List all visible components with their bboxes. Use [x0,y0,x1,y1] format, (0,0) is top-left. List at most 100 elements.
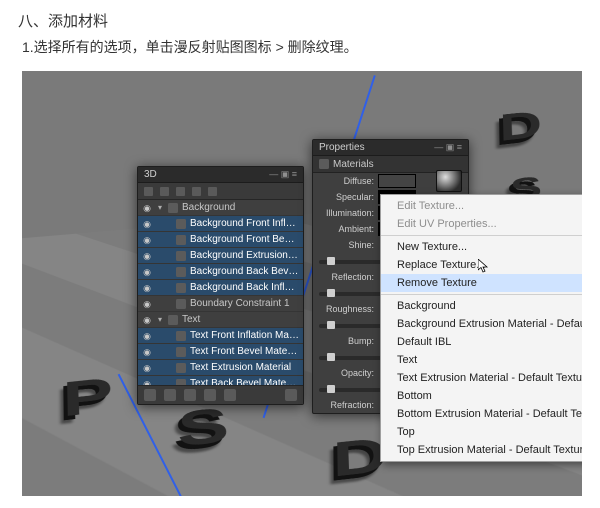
menu-item[interactable]: Text Extrusion Material - Default Textur… [381,369,582,387]
panel-properties-title: Properties [319,142,365,153]
panel-3d-titlebar[interactable]: 3D — ▣ ≡ [138,167,303,183]
prop-bump-label: Bump: [319,336,374,346]
menu-item[interactable]: Bottom [381,387,582,405]
visibility-eye-icon[interactable]: ◉ [142,347,152,357]
prop-shine-label: Shine: [319,240,374,250]
visibility-eye-icon[interactable]: ◉ [142,363,152,373]
tree-item[interactable]: ◉ Background Back Inflation ... [138,280,303,296]
visibility-eye-icon[interactable]: ◉ [142,299,152,309]
extruded-letter: S [177,397,232,459]
panel-3d-toolbar[interactable] [138,183,303,200]
material-icon [176,267,186,277]
toolbar-filter-icon[interactable] [144,187,153,196]
mesh-icon [168,315,178,325]
tree-item-label: Background Front Bevel Mat... [190,234,299,245]
material-icon [176,299,186,309]
menu-item[interactable]: Top Extrusion Material - Default Texture [381,441,582,459]
diffuse-swatch[interactable] [378,174,416,188]
material-icon [176,283,186,293]
panel-3d[interactable]: 3D — ▣ ≡ ◉ ▾ Background ◉Background Front I… [137,166,304,405]
menu-item[interactable]: Background [381,297,582,315]
visibility-eye-icon[interactable]: ◉ [142,203,152,213]
menu-item[interactable]: Background Extrusion Material - Default … [381,315,582,333]
footer-icon[interactable] [144,389,156,401]
material-icon [176,379,186,386]
prop-reflection-label: Reflection: [319,272,374,282]
section-heading: 八、添加材料 [18,10,582,31]
tree-item[interactable]: ◉ Text Front Bevel Material [138,344,303,360]
tree-item[interactable]: ◉ Background Back Bevel Mat... [138,264,303,280]
panel-window-controls[interactable]: — ▣ ≡ [269,169,297,180]
visibility-eye-icon[interactable]: ◉ [142,219,152,229]
trash-icon[interactable] [285,389,297,401]
panel-3d-footer[interactable] [138,385,303,404]
twist-down-icon[interactable]: ▾ [156,203,164,212]
footer-icon[interactable] [204,389,216,401]
tree-item-label: Boundary Constraint 1 [190,298,299,309]
tree-item-label: Background Extrusion Mate... [190,250,299,261]
menu-item[interactable]: Remove Texture [381,274,582,292]
twist-down-icon[interactable]: ▾ [156,315,164,324]
tree-item-label: Text Front Bevel Material [190,346,299,357]
panel-window-controls[interactable]: — ▣ ≡ [434,142,462,153]
menu-item: Edit UV Properties... [381,215,582,233]
menu-item[interactable]: Bottom Extrusion Material - Default Text… [381,405,582,423]
tree-item[interactable]: ◉Text Front Inflation Material [138,328,303,344]
panel-3d-tree[interactable]: ◉ ▾ Background ◉Background Front Inflation … [138,200,303,385]
menu-item[interactable]: New Texture... [381,238,582,256]
footer-icon[interactable] [164,389,176,401]
menu-item: Edit Texture... [381,197,582,215]
toolbar-mesh-icon[interactable] [176,187,185,196]
panel-3d-title: 3D [144,169,157,180]
screenshot-canvas: P S D D S 3D — ▣ ≡ ◉▾Background◉Backgrou… [22,71,582,496]
toolbar-scene-icon[interactable] [160,187,169,196]
toolbar-material-icon[interactable] [192,187,201,196]
visibility-eye-icon[interactable]: ◉ [142,267,152,277]
visibility-eye-icon[interactable]: ◉ [142,315,152,325]
material-icon [176,251,186,261]
tree-item-label: Background Back Bevel Mat... [190,266,299,277]
menu-item[interactable]: Top [381,423,582,441]
tree-item-label: Text Back Bevel Material [190,378,299,385]
panel-properties-titlebar[interactable]: Properties — ▣ ≡ [313,140,468,156]
prop-illumination-label: Illumination: [319,208,374,218]
prop-diffuse-label: Diffuse: [319,176,374,186]
footer-icon[interactable] [224,389,236,401]
diffuse-texture-context-menu[interactable]: Edit Texture...Edit UV Properties... New … [380,194,582,462]
tree-item[interactable]: ◉ Background Extrusion Mate... [138,248,303,264]
extruded-letter: P [62,367,117,429]
tree-group[interactable]: ◉▾Text [138,312,303,328]
tree-item[interactable]: ◉Background Front Inflation ... [138,216,303,232]
visibility-eye-icon[interactable]: ◉ [142,283,152,293]
menu-item[interactable]: Text [381,351,582,369]
tree-item[interactable]: ◉ Text Back Bevel Material [138,376,303,385]
tree-item[interactable]: ◉ Boundary Constraint 1 [138,296,303,312]
extruded-letter: D [499,103,544,151]
prop-ambient-label: Ambient: [319,224,374,234]
prop-roughness-label: Roughness: [319,304,374,314]
tree-group[interactable]: ◉ ▾ Background [138,200,303,216]
menu-separator [381,235,582,236]
instruction-text: 1.选择所有的选项，单击漫反射贴图图标 > 删除纹理。 [22,37,582,57]
tree-item[interactable]: ◉ Background Front Bevel Mat... [138,232,303,248]
material-icon [176,331,186,341]
prop-refraction-label: Refraction: [319,400,374,410]
menu-item[interactable]: Replace Texture... [381,256,582,274]
menu-separator [381,294,582,295]
materials-icon [319,159,329,169]
footer-icon[interactable] [184,389,196,401]
prop-opacity-label: Opacity: [319,368,374,378]
visibility-eye-icon[interactable]: ◉ [142,379,152,386]
tree-item[interactable]: ◉Text Extrusion Material [138,360,303,376]
visibility-eye-icon[interactable]: ◉ [142,331,152,341]
menu-item[interactable]: Default IBL [381,333,582,351]
material-icon [176,235,186,245]
visibility-eye-icon[interactable]: ◉ [142,251,152,261]
material-preview-thumb[interactable] [436,170,462,192]
tree-item-label: Background Back Inflation ... [190,282,299,293]
material-icon [176,219,186,229]
prop-specular-label: Specular: [319,192,374,202]
toolbar-light-icon[interactable] [208,187,217,196]
tree-item-label: Background [182,202,299,213]
visibility-eye-icon[interactable]: ◉ [142,235,152,245]
